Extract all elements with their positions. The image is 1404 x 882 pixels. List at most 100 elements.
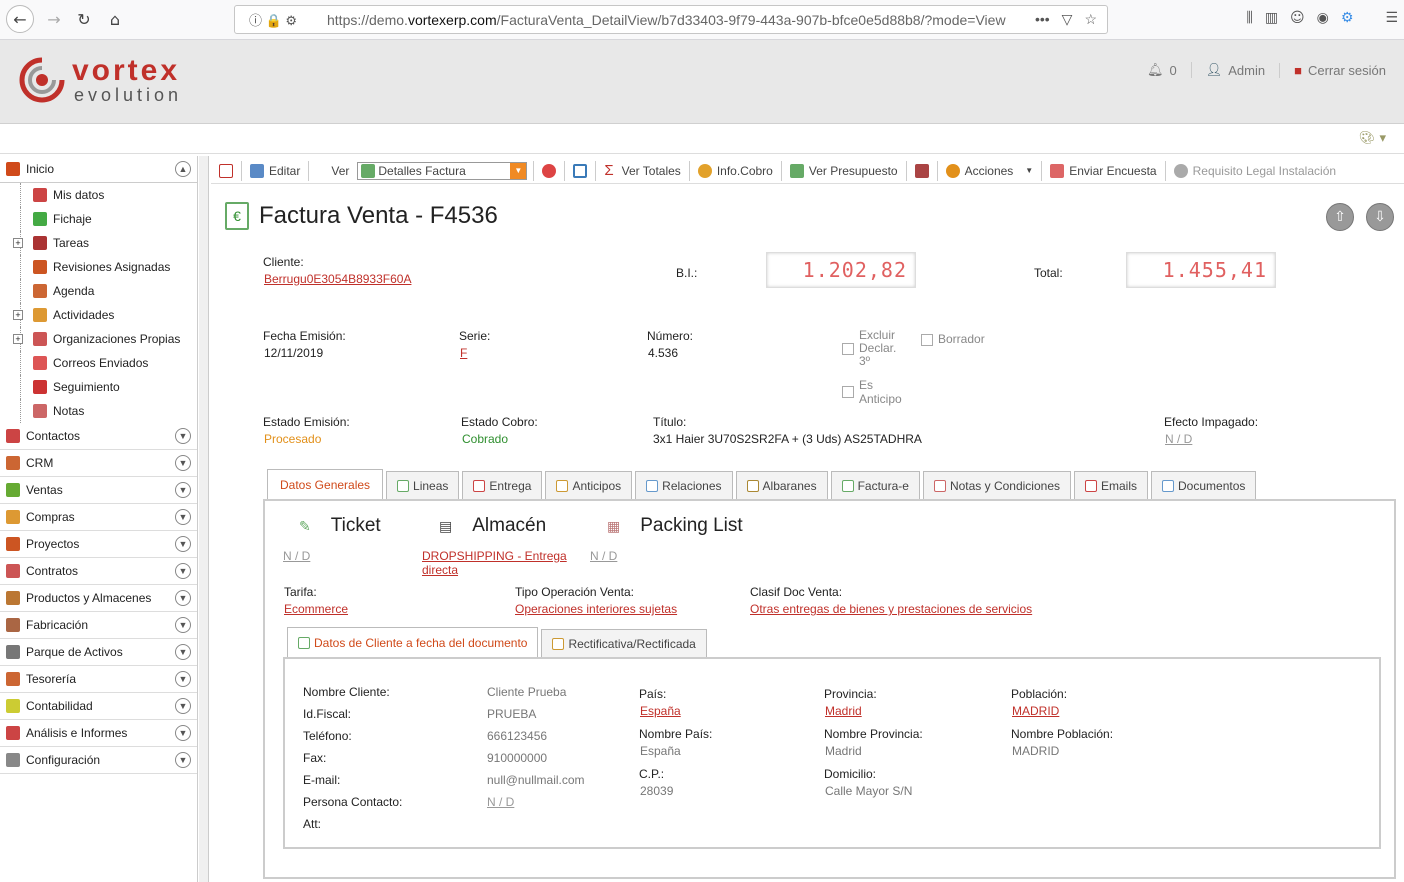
legal-button[interactable]: Requisito Legal Instalación	[1166, 161, 1344, 181]
library-icon[interactable]: ⫼	[1246, 10, 1252, 26]
client-link[interactable]: Berrugu0E3054B8933F60A	[264, 272, 411, 286]
theme-palette-icon[interactable]: 🎨︎ ▾	[1359, 131, 1386, 146]
extension-icon[interactable]: ⚙	[1341, 10, 1354, 26]
tab-7[interactable]: Factura-e	[830, 471, 920, 499]
logout-link[interactable]: ■ Cerrar sesión	[1279, 62, 1400, 78]
expand-plus-icon[interactable]: +	[13, 238, 23, 248]
chevron-down-icon[interactable]: ▼	[175, 752, 191, 768]
chevron-up-icon[interactable]: ▲	[175, 161, 191, 177]
arrow-up-icon[interactable]: ⇧	[1326, 203, 1354, 231]
unpaid-value[interactable]: N / D	[1165, 432, 1192, 446]
quote-button[interactable]: Ver Presupuesto	[782, 160, 907, 181]
chevron-down-icon[interactable]: ▼	[175, 725, 191, 741]
series-link[interactable]: F	[460, 346, 467, 360]
sidebar-section[interactable]: Parque de Activos ▼	[0, 639, 197, 666]
new-button[interactable]	[211, 160, 242, 181]
sidebar-subitem[interactable]: Seguimiento	[0, 375, 197, 399]
subtab-2[interactable]: Rectificativa/Rectificada	[541, 629, 707, 657]
collection-info-button[interactable]: Info.Cobro	[690, 160, 782, 181]
chevron-down-icon[interactable]: ▼	[175, 563, 191, 579]
sidebar-subitem[interactable]: + Actividades	[0, 303, 197, 327]
logo[interactable]: vortex evolution	[16, 54, 182, 106]
arrow-down-icon[interactable]: ⇩	[1366, 203, 1394, 231]
chevron-down-icon[interactable]: ▼	[175, 482, 191, 498]
tab-3[interactable]: Entrega	[462, 471, 543, 499]
sidebar-subitem[interactable]: Fichaje	[0, 207, 197, 231]
sidebar-subitem[interactable]: Mis datos	[0, 183, 197, 207]
tab-5[interactable]: Relaciones	[635, 471, 733, 499]
subtab-1[interactable]: Datos de Cliente a fecha del documento	[287, 627, 539, 657]
chevron-down-icon[interactable]: ▼	[510, 162, 527, 179]
view-select[interactable]: Detalles Factura ▼	[357, 161, 528, 180]
print-button[interactable]	[907, 160, 938, 181]
notifications-link[interactable]: 🔔︎ 0	[1133, 62, 1191, 78]
forward-arrow-icon[interactable]: →	[42, 7, 66, 31]
sidebar-section[interactable]: Contratos ▼	[0, 558, 197, 585]
contact-value[interactable]: N / D	[487, 795, 514, 809]
sidebar-subitem[interactable]: Notas	[0, 399, 197, 423]
province-link[interactable]: Madrid	[825, 704, 862, 718]
tab-10[interactable]: Documentos	[1151, 471, 1257, 499]
survey-button[interactable]: Enviar Encuesta	[1042, 160, 1166, 181]
sidebar-section[interactable]: Tesorería ▼	[0, 666, 197, 693]
sidebar-section[interactable]: Fabricación ▼	[0, 612, 197, 639]
sidebar-icon[interactable]: ▥	[1265, 10, 1278, 26]
sidebar-section[interactable]: Contabilidad ▼	[0, 693, 197, 720]
packing-value[interactable]: N / D	[590, 549, 617, 563]
tab-6[interactable]: Albaranes	[735, 471, 828, 499]
back-arrow-icon[interactable]: ←	[6, 5, 34, 33]
expand-plus-icon[interactable]: +	[13, 334, 23, 344]
town-link[interactable]: MADRID	[1012, 704, 1059, 718]
sidebar-subitem[interactable]: + Tareas	[0, 231, 197, 255]
sidebar-section[interactable]: Productos y Almacenes ▼	[0, 585, 197, 612]
chevron-down-icon[interactable]: ▼	[175, 455, 191, 471]
sidebar-section[interactable]: Configuración ▼	[0, 747, 197, 774]
sidebar-subitem[interactable]: Agenda	[0, 279, 197, 303]
checkbox-box[interactable]	[842, 386, 854, 398]
tarifa-link[interactable]: Ecommerce	[284, 602, 348, 616]
advance-checkbox[interactable]: Es Anticipo	[842, 378, 902, 406]
sidebar-item-inicio[interactable]: Inicio ▲	[0, 156, 197, 183]
address-bar[interactable]: ⓘ 🔒 ⚙ https://demo.vortexerp.com/Factura…	[234, 5, 1108, 34]
user-link[interactable]: 👤︎ Admin	[1190, 62, 1279, 78]
chevron-down-icon[interactable]: ▼	[175, 644, 191, 660]
actions-button[interactable]: Acciones ▼	[938, 160, 1043, 181]
warehouse-link[interactable]: DROPSHIPPING - Entrega directa	[422, 549, 567, 577]
exclude-checkbox[interactable]: Excluir Declar. 3º	[842, 329, 896, 368]
sidebar-section[interactable]: Compras ▼	[0, 504, 197, 531]
totals-button[interactable]: Σ Ver Totales	[596, 160, 690, 181]
tab-1[interactable]: Datos Generales	[267, 469, 384, 499]
smiley-icon[interactable]: ☺	[1290, 10, 1305, 26]
account-icon[interactable]: ◉	[1317, 10, 1329, 26]
chevron-down-icon[interactable]: ▼	[175, 590, 191, 606]
edit-button[interactable]: Editar	[242, 160, 310, 181]
open-window-button[interactable]	[565, 160, 597, 181]
tab-8[interactable]: Notas y Condiciones	[922, 471, 1071, 499]
clasif-link[interactable]: Otras entregas de bienes y prestaciones …	[750, 602, 1032, 616]
sidebar-section[interactable]: Contactos ▼	[0, 423, 197, 450]
more-icon[interactable]: •••	[1035, 11, 1050, 28]
checkbox-box[interactable]	[921, 334, 933, 346]
sidebar-section[interactable]: Proyectos ▼	[0, 531, 197, 558]
sidebar-splitter[interactable]	[199, 156, 209, 882]
chevron-down-icon[interactable]: ▼	[175, 698, 191, 714]
tab-4[interactable]: Anticipos	[545, 471, 633, 499]
expand-plus-icon[interactable]: +	[13, 310, 23, 320]
menu-icon[interactable]: ☰	[1385, 10, 1398, 26]
sidebar-subitem[interactable]: Correos Enviados	[0, 351, 197, 375]
chevron-down-icon[interactable]: ▼	[175, 536, 191, 552]
home-icon[interactable]: ⌂	[103, 7, 127, 31]
refresh-button[interactable]	[534, 160, 566, 181]
chevron-down-icon[interactable]: ▼	[175, 617, 191, 633]
tab-2[interactable]: Lineas	[386, 471, 460, 499]
chevron-down-icon[interactable]: ▼	[175, 671, 191, 687]
ticket-value[interactable]: N / D	[283, 549, 310, 563]
reload-icon[interactable]: ↻	[72, 7, 96, 31]
chevron-down-icon[interactable]: ▼	[175, 509, 191, 525]
sidebar-section[interactable]: CRM ▼	[0, 450, 197, 477]
operation-type-link[interactable]: Operaciones interiores sujetas	[515, 602, 677, 616]
sidebar-section[interactable]: Análisis e Informes ▼	[0, 720, 197, 747]
chevron-down-icon[interactable]: ▼	[175, 428, 191, 444]
tab-9[interactable]: Emails	[1074, 471, 1149, 499]
sidebar-subitem[interactable]: Revisiones Asignadas	[0, 255, 197, 279]
